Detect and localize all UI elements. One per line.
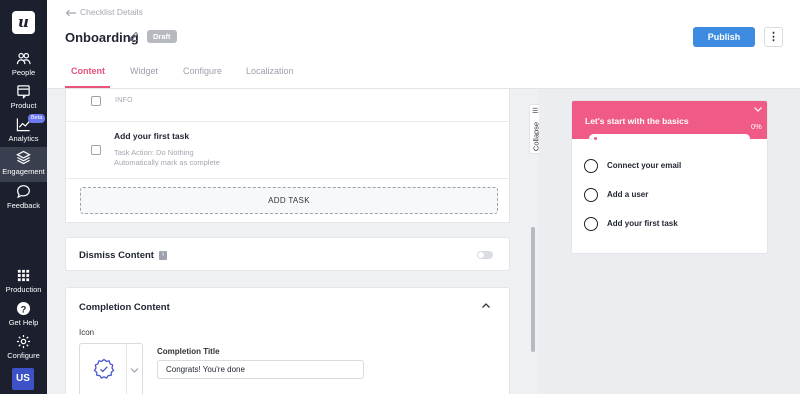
layers-icon [16,150,31,165]
sidebar-item-label: Feedback [7,201,40,210]
gear-icon [16,334,31,349]
task-circle-icon [584,188,598,202]
info-icon[interactable]: i [159,251,167,260]
people-icon [16,52,31,65]
icon-label: Icon [79,328,95,337]
divider [66,178,511,179]
tasks-card: INFO Add your first task Task Action: Do… [65,89,511,223]
checklist-preview: Let's start with the basics 0% Connect y… [571,100,768,254]
sidebar-item-engagement[interactable]: Engagement [0,147,47,182]
progress-percent: 0% [751,122,762,131]
sidebar-item-label: Analytics [8,134,39,143]
task-checkbox[interactable] [91,145,101,155]
add-task-button[interactable]: ADD TASK [80,187,498,214]
task-auto-complete: Automatically mark as complete [114,158,220,167]
toggle-knob [478,252,484,258]
chevron-up-icon[interactable] [481,302,491,309]
status-badge: Draft [147,30,177,43]
completion-title-input[interactable]: Congrats! You're done [157,360,364,379]
product-icon [17,85,30,99]
select-all-checkbox[interactable] [91,96,101,106]
preview-task-item[interactable]: Add a user [584,187,764,203]
more-options-button[interactable]: ⋮ [764,27,783,47]
app-logo[interactable]: u [12,11,35,34]
active-tab-indicator [65,86,110,88]
divider [66,121,511,122]
sidebar-item-label: People [11,68,36,77]
page-title: Onboarding [65,30,139,45]
sidebar-item-label: Product [10,101,37,110]
publish-button[interactable]: Publish [693,27,755,47]
sidebar-item-people[interactable]: People [0,51,47,84]
sidebar-item-label: Production [5,285,42,294]
sidebar-item-production[interactable]: Production [0,268,47,301]
preview-task-label: Add your first task [607,219,678,228]
chat-icon [17,185,30,199]
icon-picker[interactable] [79,343,143,394]
sidebar-item-feedback[interactable]: Feedback [0,184,47,217]
task-circle-icon [584,217,598,231]
back-link[interactable]: Checklist Details [65,7,143,17]
completion-content-title: Completion Content [79,302,170,313]
dismiss-content-card: Dismiss Content i [65,237,510,271]
progress-indicator [594,137,597,140]
preview-task-label: Connect your email [607,161,682,170]
preview-task-label: Add a user [607,190,649,199]
beta-badge: Beta [28,114,46,123]
sidebar-item-label: Get Help [8,318,39,327]
tab-configure[interactable]: Configure [183,66,222,76]
dismiss-content-title: Dismiss Content [79,250,154,261]
back-label: Checklist Details [80,7,143,17]
scrollbar-thumb[interactable] [531,227,535,352]
verified-badge-icon [93,358,115,379]
sidebar: u People Product Beta Analytics Engageme… [0,0,47,394]
task-action: Task Action: Do Nothing [114,148,194,157]
editor-panel: INFO Add your first task Task Action: Do… [47,89,527,394]
avatar[interactable]: US [12,368,34,390]
pencil-icon[interactable] [129,31,139,41]
info-column-header: INFO [115,97,133,104]
preview-task-item[interactable]: Add your first task [584,216,764,232]
sidebar-item-product[interactable]: Product [0,84,47,117]
preview-title: Let's start with the basics [585,116,689,126]
sidebar-item-get-help[interactable]: ? Get Help [0,301,47,334]
tab-widget[interactable]: Widget [130,66,158,76]
chevron-down-icon [130,368,139,373]
completion-title-label: Completion Title [157,347,220,356]
task-title[interactable]: Add your first task [114,131,189,141]
sidebar-item-label: Engagement [2,167,45,176]
divider [126,344,127,394]
preview-task-item[interactable]: Connect your email [584,158,764,174]
sidebar-item-configure[interactable]: Configure [0,334,47,367]
progress-bar [589,134,750,143]
chevron-down-icon[interactable] [753,106,763,113]
completion-content-card: Completion Content Icon Completion Title… [65,287,510,394]
grid-icon [17,269,30,282]
sidebar-item-label: Configure [7,351,40,360]
svg-text:?: ? [21,304,27,314]
task-circle-icon [584,159,598,173]
tab-content[interactable]: Content [71,66,105,76]
help-icon: ? [16,301,31,316]
dismiss-toggle[interactable] [477,251,493,259]
sidebar-item-analytics[interactable]: Beta Analytics [0,114,47,150]
tab-bar: Content Widget Configure Localization [47,56,800,89]
arrow-left-icon [65,9,76,17]
tab-localization[interactable]: Localization [246,66,294,76]
